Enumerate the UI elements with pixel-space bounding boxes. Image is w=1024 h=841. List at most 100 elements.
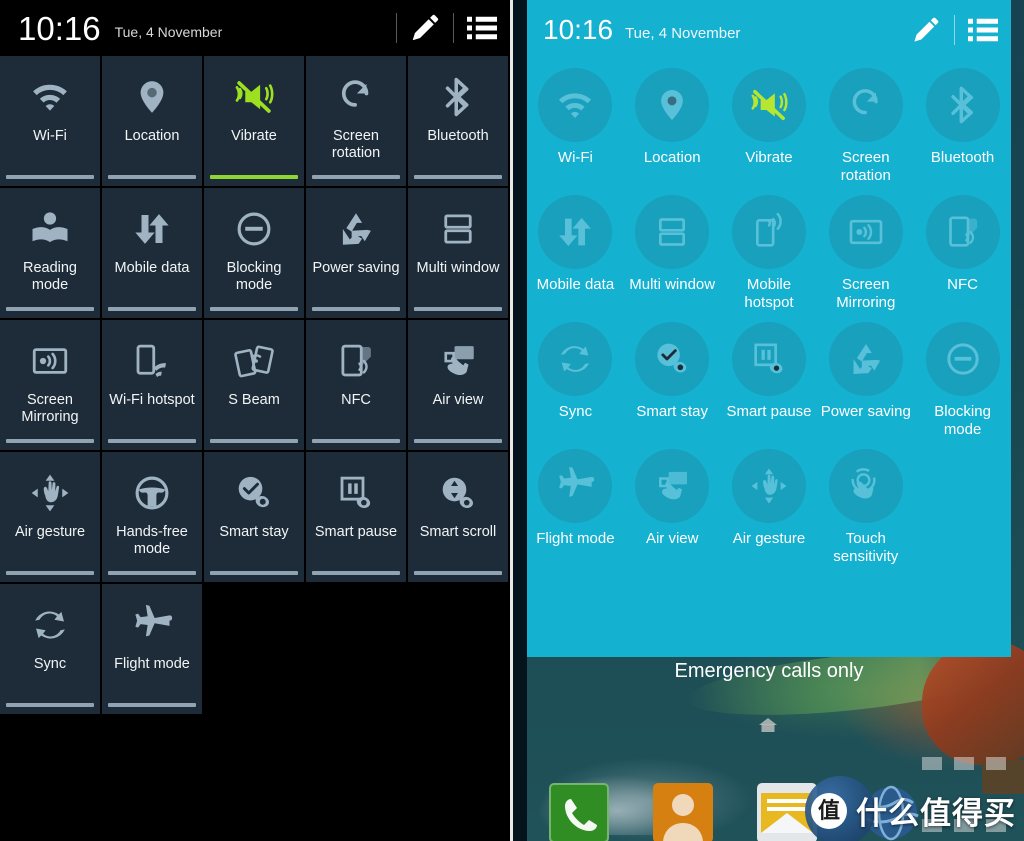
left-tile-state-bar <box>6 307 94 311</box>
right-tile-label: Power saving <box>820 403 911 420</box>
dock-item-phone[interactable] <box>527 783 631 841</box>
smart-stay-icon <box>635 322 710 396</box>
right-tile-air-view[interactable]: Air view <box>624 443 721 570</box>
mobile-data-icon <box>135 214 169 244</box>
left-tile-state-bar <box>6 571 94 575</box>
left-tile-smart-pause[interactable]: Smart pause <box>306 452 408 584</box>
watermark-badge: 值 <box>811 792 847 829</box>
screenshot-root: 10:16 Tue, 4 November Wi-Fi Location Vib… <box>0 0 1024 841</box>
air-gesture-icon <box>731 449 806 523</box>
left-tile-screen-mirroring[interactable]: Screen Mirroring <box>0 320 102 452</box>
left-tile-hands-free-mode[interactable]: Hands-free mode <box>102 452 204 584</box>
screen-mirroring-icon <box>32 348 68 374</box>
right-tile-label: Blocking mode <box>934 403 991 438</box>
right-tile-bluetooth[interactable]: Bluetooth <box>914 62 1011 189</box>
right-tile-blocking-mode[interactable]: Blocking mode <box>914 316 1011 443</box>
right-tile-power-saving[interactable]: Power saving <box>817 316 914 443</box>
left-edit-button[interactable] <box>397 5 453 51</box>
left-tile-flight-mode[interactable]: Flight mode <box>102 584 204 716</box>
left-tile-label: Location <box>124 128 180 144</box>
left-tile-label: Air gesture <box>14 524 86 540</box>
left-grid-row: Wi-Fi Location Vibrate Screen rotation B… <box>0 56 510 188</box>
left-tile-sync[interactable]: Sync <box>0 584 102 716</box>
hands-free-icon <box>131 464 173 522</box>
air-view-icon <box>444 346 474 375</box>
left-clock: 10:16 <box>18 9 101 47</box>
left-tile-wi-fi[interactable]: Wi-Fi <box>0 56 102 188</box>
right-tile-vibrate[interactable]: Vibrate <box>721 62 818 189</box>
right-tile-label: Bluetooth <box>930 149 995 166</box>
air-view-icon <box>437 332 479 390</box>
right-tile-wi-fi[interactable]: Wi-Fi <box>527 62 624 189</box>
right-date: Tue, 4 November <box>625 24 741 42</box>
left-tile-state-bar <box>414 175 502 179</box>
left-tile-nfc[interactable]: NFC <box>306 320 408 452</box>
right-tile-mobile-hotspot[interactable]: Mobile hotspot <box>721 189 818 316</box>
left-tile-label: Power saving <box>312 260 400 276</box>
left-tile-label: Wi-Fi <box>33 128 67 144</box>
left-tile-reading-mode[interactable]: Reading mode <box>0 188 102 320</box>
left-tile-state-bar <box>312 307 400 311</box>
left-tile-blocking-mode[interactable]: Blocking mode <box>204 188 306 320</box>
left-tile-label: Smart stay <box>219 524 289 540</box>
left-tile-bluetooth[interactable]: Bluetooth <box>408 56 510 188</box>
right-tile-air-gesture[interactable]: Air gesture <box>721 443 818 570</box>
left-tile-screen-rotation[interactable]: Screen rotation <box>306 56 408 188</box>
left-tile-wi-fi-hotspot[interactable]: Wi-Fi hotspot <box>102 320 204 452</box>
left-tile-state-bar <box>210 175 298 179</box>
right-tile-smart-stay[interactable]: Smart stay <box>624 316 721 443</box>
flight-mode-icon <box>135 604 173 637</box>
right-tile-flight-mode[interactable]: Flight mode <box>527 443 624 570</box>
left-tile-smart-stay[interactable]: Smart stay <box>204 452 306 584</box>
right-tile-screen-mirroring[interactable]: Screen Mirroring <box>817 189 914 316</box>
left-tile-air-view[interactable]: Air view <box>408 320 510 452</box>
left-tile-label: Multi window <box>416 260 500 276</box>
left-tile-vibrate[interactable]: Vibrate <box>204 56 306 188</box>
location-pin-icon <box>140 81 164 113</box>
smart-pause-icon <box>754 343 783 374</box>
left-tile-label: Reading mode <box>22 260 77 293</box>
left-list-button[interactable] <box>454 5 510 51</box>
left-tile-mobile-data[interactable]: Mobile data <box>102 188 204 320</box>
left-grid-row: Screen Mirroring Wi-Fi hotspot S Beam NF… <box>0 320 510 452</box>
left-tile-state-bar <box>414 571 502 575</box>
screen-mirroring-icon <box>828 195 903 269</box>
air-gesture-icon <box>751 468 787 504</box>
right-tile-label: Location <box>643 149 701 166</box>
power-saving-icon <box>335 200 377 258</box>
left-tile-s-beam[interactable]: S Beam <box>204 320 306 452</box>
right-tile-sync[interactable]: Sync <box>527 316 624 443</box>
left-tile-empty <box>408 584 510 716</box>
power-saving-icon <box>853 344 880 374</box>
left-tile-label: Air view <box>432 392 484 408</box>
left-tile-state-bar <box>108 439 196 443</box>
home-icon <box>759 718 777 732</box>
right-tile-mobile-data[interactable]: Mobile data <box>527 189 624 316</box>
right-grid-row: Flight mode Air view Air gesture Touch s… <box>527 443 1011 570</box>
left-tile-label: Screen Mirroring <box>21 392 79 425</box>
right-tile-location[interactable]: Location <box>624 62 721 189</box>
pencil-icon <box>914 17 939 42</box>
left-tile-state-bar <box>6 703 94 707</box>
left-tile-location[interactable]: Location <box>102 56 204 188</box>
right-tile-label: Wi-Fi <box>557 149 593 166</box>
left-tile-air-gesture[interactable]: Air gesture <box>0 452 102 584</box>
right-tile-nfc[interactable]: NFC <box>914 189 1011 316</box>
dock-item-contacts[interactable] <box>631 783 735 841</box>
right-screenshot-cyan-theme: 10:16 Tue, 4 November Wi-Fi Location Vib… <box>512 0 1024 841</box>
right-tile-multi-window[interactable]: Multi window <box>624 189 721 316</box>
right-tile-screen-rotation[interactable]: Screen rotation <box>817 62 914 189</box>
right-tile-label: Screen rotation <box>840 149 891 184</box>
home-indicator <box>759 718 777 732</box>
touch-sensitivity-icon <box>851 468 876 499</box>
right-status-bar: 10:16 Tue, 4 November <box>527 0 1011 60</box>
phone-icon <box>549 783 609 841</box>
right-tile-smart-pause[interactable]: Smart pause <box>721 316 818 443</box>
wifi-icon <box>538 68 613 142</box>
right-list-button[interactable] <box>955 7 1011 53</box>
left-tile-smart-scroll[interactable]: Smart scroll <box>408 452 510 584</box>
right-tile-touch-sensitivity[interactable]: Touch sensitivity <box>817 443 914 570</box>
left-tile-power-saving[interactable]: Power saving <box>306 188 408 320</box>
right-edit-button[interactable] <box>898 7 954 53</box>
left-tile-multi-window[interactable]: Multi window <box>408 188 510 320</box>
